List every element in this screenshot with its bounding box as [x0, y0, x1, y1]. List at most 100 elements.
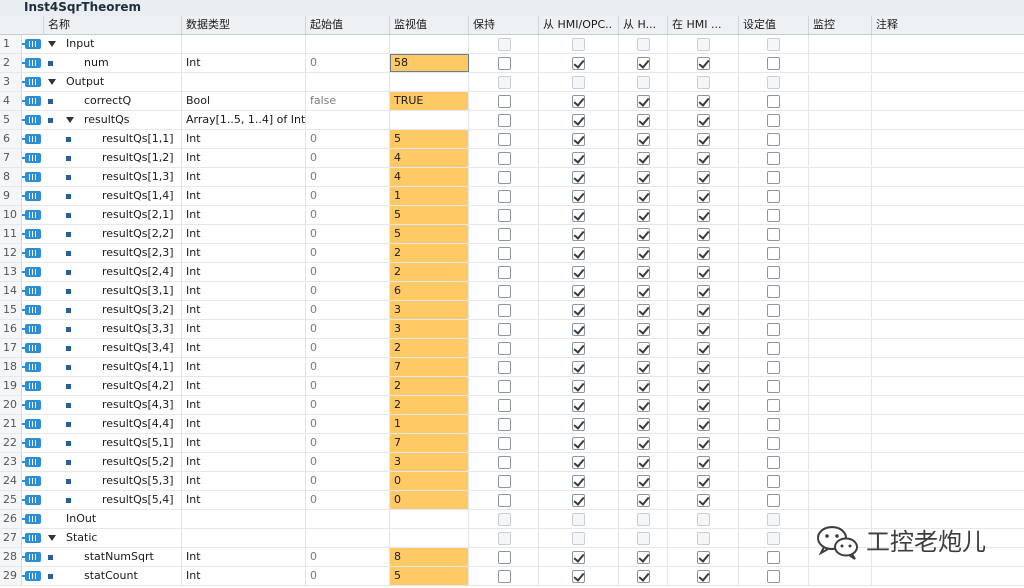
type-cell[interactable]: Int	[182, 453, 306, 471]
name-cell[interactable]: Output	[44, 73, 182, 91]
start-value-cell[interactable]: 0	[306, 301, 390, 319]
hmiopc-checkbox[interactable]	[572, 57, 585, 70]
setpoint-checkbox[interactable]	[767, 494, 780, 507]
hmiopc-checkbox[interactable]	[572, 551, 585, 564]
start-value-cell[interactable]	[306, 510, 390, 528]
start-value-cell[interactable]: 0	[306, 168, 390, 186]
fromhmi-checkbox[interactable]	[637, 342, 650, 355]
name-cell[interactable]: resultQs[4,4]	[44, 415, 182, 433]
watch-cell[interactable]	[809, 206, 872, 224]
start-value-cell[interactable]: 0	[306, 244, 390, 262]
watch-cell[interactable]	[809, 472, 872, 490]
fromhmi-checkbox[interactable]	[637, 323, 650, 336]
type-cell[interactable]: Int	[182, 491, 306, 509]
watch-cell[interactable]	[809, 453, 872, 471]
inhmi-checkbox[interactable]	[697, 247, 710, 260]
comment-cell[interactable]	[872, 149, 1024, 167]
type-cell[interactable]: Int	[182, 434, 306, 452]
fromhmi-checkbox[interactable]	[637, 209, 650, 222]
start-value-cell[interactable]: 0	[306, 415, 390, 433]
table-row[interactable]: 18 resultQs[4,1] Int 0 7	[0, 358, 1024, 377]
table-row[interactable]: 21 resultQs[4,4] Int 0 1	[0, 415, 1024, 434]
table-row[interactable]: 22 resultQs[5,1] Int 0 7	[0, 434, 1024, 453]
retain-checkbox[interactable]	[498, 247, 511, 260]
monitor-value-cell[interactable]: 3	[390, 320, 469, 338]
inhmi-checkbox[interactable]	[697, 437, 710, 450]
table-row[interactable]: 7 resultQs[1,2] Int 0 4	[0, 149, 1024, 168]
name-cell[interactable]: resultQs[1,1]	[44, 130, 182, 148]
comment-cell[interactable]	[872, 377, 1024, 395]
name-cell[interactable]: InOut	[44, 510, 182, 528]
watch-cell[interactable]	[809, 244, 872, 262]
header-name[interactable]: 名称	[44, 16, 182, 34]
inhmi-checkbox[interactable]	[697, 95, 710, 108]
comment-cell[interactable]	[872, 206, 1024, 224]
setpoint-checkbox[interactable]	[767, 228, 780, 241]
start-value-cell[interactable]: 0	[306, 358, 390, 376]
retain-checkbox[interactable]	[498, 152, 511, 165]
header-watch[interactable]: 监控	[809, 16, 872, 34]
monitor-value-cell[interactable]: 2	[390, 377, 469, 395]
start-value-cell[interactable]: 0	[306, 263, 390, 281]
type-cell[interactable]	[182, 529, 306, 547]
fromhmi-checkbox[interactable]	[637, 133, 650, 146]
type-cell[interactable]: Int	[182, 225, 306, 243]
fromhmi-checkbox[interactable]	[637, 285, 650, 298]
watch-cell[interactable]	[809, 111, 872, 129]
monitor-value-cell[interactable]: 58	[390, 54, 469, 72]
setpoint-checkbox[interactable]	[767, 152, 780, 165]
retain-checkbox[interactable]	[498, 323, 511, 336]
retain-checkbox[interactable]	[498, 171, 511, 184]
retain-checkbox[interactable]	[498, 570, 511, 583]
hmiopc-checkbox[interactable]	[572, 475, 585, 488]
monitor-value-cell[interactable]: 5	[390, 206, 469, 224]
type-cell[interactable]: Int	[182, 206, 306, 224]
setpoint-checkbox[interactable]	[767, 247, 780, 260]
comment-cell[interactable]	[872, 453, 1024, 471]
retain-checkbox[interactable]	[498, 361, 511, 374]
table-row[interactable]: 29 statCount Int 0 5	[0, 567, 1024, 586]
comment-cell[interactable]	[872, 73, 1024, 91]
monitor-value-cell[interactable]: 2	[390, 339, 469, 357]
inhmi-checkbox[interactable]	[697, 114, 710, 127]
start-value-cell[interactable]: 0	[306, 491, 390, 509]
table-row[interactable]: 14 resultQs[3,1] Int 0 6	[0, 282, 1024, 301]
inhmi-checkbox[interactable]	[697, 323, 710, 336]
comment-cell[interactable]	[872, 187, 1024, 205]
inhmi-checkbox[interactable]	[697, 399, 710, 412]
monitor-value-cell[interactable]: 5	[390, 225, 469, 243]
comment-cell[interactable]	[872, 472, 1024, 490]
setpoint-checkbox[interactable]	[767, 551, 780, 564]
name-cell[interactable]: resultQs[2,3]	[44, 244, 182, 262]
retain-checkbox[interactable]	[498, 228, 511, 241]
inhmi-checkbox[interactable]	[697, 456, 710, 469]
retain-checkbox[interactable]	[498, 304, 511, 317]
retain-checkbox[interactable]	[498, 266, 511, 279]
hmiopc-checkbox[interactable]	[572, 114, 585, 127]
table-row[interactable]: 8 resultQs[1,3] Int 0 4	[0, 168, 1024, 187]
setpoint-checkbox[interactable]	[767, 361, 780, 374]
table-row[interactable]: 1 Input	[0, 35, 1024, 54]
monitor-value-cell[interactable]: 2	[390, 396, 469, 414]
comment-cell[interactable]	[872, 92, 1024, 110]
start-value-cell[interactable]: 0	[306, 320, 390, 338]
expand-arrow-icon[interactable]	[48, 79, 56, 85]
monitor-value-cell[interactable]: 3	[390, 301, 469, 319]
hmiopc-checkbox[interactable]	[572, 95, 585, 108]
type-cell[interactable]: Int	[182, 263, 306, 281]
type-cell[interactable]: Array[1..5, 1..4] of Int	[182, 111, 306, 129]
setpoint-checkbox[interactable]	[767, 171, 780, 184]
table-row[interactable]: 20 resultQs[4,3] Int 0 2	[0, 396, 1024, 415]
type-cell[interactable]	[182, 510, 306, 528]
expand-arrow-icon[interactable]	[66, 117, 74, 123]
start-value-cell[interactable]: 0	[306, 339, 390, 357]
start-value-cell[interactable]: 0	[306, 225, 390, 243]
header-retain[interactable]: 保持	[469, 16, 539, 34]
header-comment[interactable]: 注释	[872, 16, 1024, 34]
inhmi-checkbox[interactable]	[697, 361, 710, 374]
monitor-value-cell[interactable]: 7	[390, 434, 469, 452]
table-row[interactable]: 9 resultQs[1,4] Int 0 1	[0, 187, 1024, 206]
type-cell[interactable]	[182, 35, 306, 53]
comment-cell[interactable]	[872, 282, 1024, 300]
monitor-value-cell[interactable]: 1	[390, 415, 469, 433]
